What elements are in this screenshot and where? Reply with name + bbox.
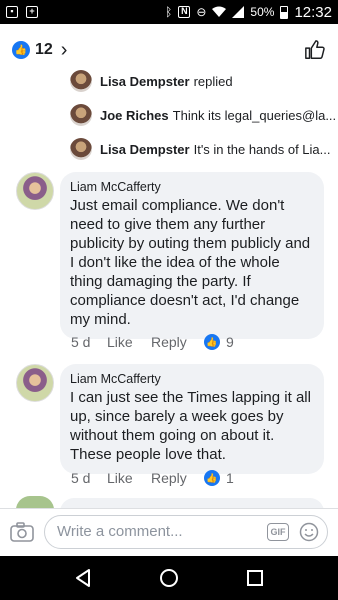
status-left: ▪ +: [6, 6, 38, 18]
status-bar: ▪ + ᛒ N ⊖ 50% 12:32: [0, 0, 338, 24]
reaction-summary[interactable]: 👍 9: [204, 334, 234, 350]
status-right: ᛒ N ⊖ 50% 12:32: [165, 4, 332, 21]
reply-author: Joe Riches: [100, 107, 169, 123]
like-link[interactable]: Like: [107, 470, 151, 486]
reaction-count: 9: [226, 334, 234, 350]
comment-actions: 5 d Like Reply 👍 9: [71, 334, 234, 350]
comment-actions: 5 d Like Reply 👍 1: [71, 470, 234, 486]
clock: 12:32: [294, 3, 332, 21]
like-reaction-icon: 👍: [204, 334, 220, 350]
like-count: 12: [35, 41, 53, 58]
avatar: [70, 138, 92, 160]
comment-time: 5 d: [71, 334, 91, 350]
comment-body: Just email compliance. We don't need to …: [70, 197, 311, 328]
comment-input[interactable]: [57, 523, 267, 540]
avatar[interactable]: [16, 364, 54, 402]
comment-body: I can just see the Times lapping it all …: [70, 389, 311, 463]
reply-text: Think its legal_queries@la...: [172, 107, 337, 123]
reply-author: Lisa Dempster: [100, 73, 190, 89]
plus-notification-icon: +: [26, 6, 38, 18]
image-notification-icon: ▪: [6, 6, 18, 18]
comment-input-wrapper: GIF: [44, 514, 328, 549]
emoji-icon[interactable]: [299, 522, 319, 542]
comment-author[interactable]: Liam McCafferty: [70, 180, 314, 194]
signal-icon: [232, 6, 245, 18]
gif-button[interactable]: GIF: [267, 522, 289, 541]
reply-author: Lisa Dempster: [100, 141, 190, 157]
avatar[interactable]: [16, 172, 54, 210]
comment-bubble: Liam McCafferty I can just see the Times…: [60, 364, 324, 474]
chevron-right-icon[interactable]: ›: [61, 39, 68, 62]
bluetooth-icon: ᛒ: [165, 5, 173, 19]
reply-preview[interactable]: Joe Riches Think its legal_queries@la...: [70, 104, 338, 126]
reactions-header[interactable]: 👍 12 ›: [0, 24, 338, 76]
reply-link[interactable]: Reply: [151, 334, 204, 350]
reply-text: replied: [193, 73, 233, 89]
reply-preview[interactable]: Lisa Dempster It's in the hands of Lia..…: [70, 138, 338, 160]
do-not-disturb-icon: ⊖: [196, 5, 207, 19]
comment-time: 5 d: [71, 470, 91, 486]
like-reaction-icon: 👍: [12, 41, 30, 59]
back-icon[interactable]: [73, 568, 93, 588]
reply-text: It's in the hands of Lia...: [193, 141, 331, 157]
reaction-summary[interactable]: 👍 1: [204, 470, 234, 486]
like-link[interactable]: Like: [107, 334, 151, 350]
like-reaction-icon: 👍: [204, 470, 220, 486]
camera-icon[interactable]: [10, 521, 34, 542]
reaction-count: 1: [226, 470, 234, 486]
reply-link[interactable]: Reply: [151, 470, 204, 486]
home-icon[interactable]: [159, 568, 179, 588]
nfc-icon: N: [178, 6, 191, 18]
wifi-icon: [212, 6, 227, 17]
like-button-icon[interactable]: [304, 39, 326, 61]
avatar: [70, 70, 92, 92]
battery-icon: [280, 5, 289, 19]
comment-bubble: Liam McCafferty Just email compliance. W…: [60, 172, 324, 339]
reply-preview[interactable]: Lisa Dempster replied: [70, 70, 338, 92]
comment-author[interactable]: Liam McCafferty: [70, 372, 314, 386]
avatar: [70, 104, 92, 126]
battery-percent: 50%: [250, 5, 275, 19]
comment-composer: GIF: [0, 508, 338, 554]
recents-icon[interactable]: [245, 568, 265, 588]
navigation-bar: [0, 556, 338, 600]
